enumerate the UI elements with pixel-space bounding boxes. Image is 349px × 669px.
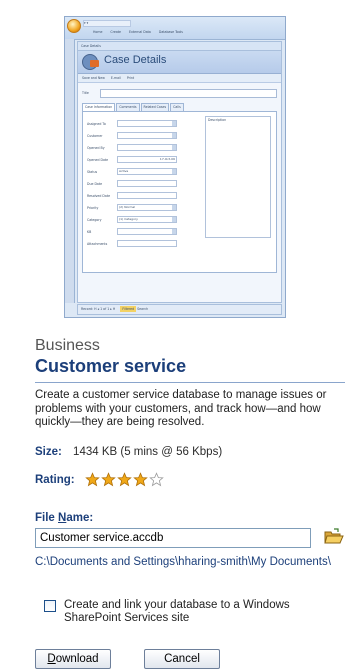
- preview-field-row: Category (1) Category: [87, 216, 177, 223]
- preview-title-field: [100, 88, 277, 98]
- preview-field-row: Status Active: [87, 168, 177, 175]
- preview-subtabs: Case Information Comments Related Cases Cal…: [82, 103, 277, 111]
- preview-navigation-pane: [65, 39, 75, 303]
- preview-field-row: Attachments: [87, 240, 177, 247]
- preview-ribbon-tab: External Data: [129, 30, 151, 34]
- preview-form-title: Case Details: [104, 54, 167, 66]
- preview-ribbon: ▾ ▾ Home Create External Data Database Tool…: [65, 17, 285, 40]
- case-details-icon: [82, 54, 99, 70]
- preview-field-value: 17-Oct-06: [117, 156, 177, 163]
- sharepoint-link-label[interactable]: Create and link your database to a Windo…: [64, 599, 344, 625]
- star-icon[interactable]: [132, 472, 148, 487]
- preview-subtab: Calls: [170, 103, 184, 111]
- cancel-button[interactable]: Cancel: [144, 649, 220, 669]
- preview-field-value: [117, 192, 177, 199]
- preview-subtab: Comments: [116, 103, 140, 111]
- preview-field-row: Opened By: [87, 144, 177, 151]
- star-icon[interactable]: [148, 472, 164, 487]
- sharepoint-link-checkbox[interactable]: [44, 600, 56, 612]
- preview-field-row: Due Date: [87, 180, 177, 187]
- star-icon[interactable]: [84, 472, 100, 487]
- preview-field-value: Active: [117, 168, 177, 175]
- title-divider: [35, 382, 345, 383]
- preview-case-information-panel: Description Assigned To Customer Opened By…: [82, 111, 277, 273]
- preview-ribbon-tab: Database Tools: [158, 30, 183, 34]
- preview-title-label: Title: [82, 91, 89, 95]
- preview-field-value: (1) Category: [117, 216, 177, 223]
- template-rating: Rating:: [35, 472, 164, 487]
- preview-filter-badge: Filtered: [120, 306, 137, 312]
- template-title: Customer service: [35, 356, 187, 376]
- preview-field-value: [117, 144, 177, 151]
- preview-ribbon-tab: Create: [110, 30, 122, 34]
- preview-field-value: (2) Normal: [117, 204, 177, 211]
- template-category: Business: [35, 337, 100, 354]
- star-icon[interactable]: [116, 472, 132, 487]
- preview-field-label: Opened By: [87, 145, 105, 150]
- preview-field-row: Assigned To: [87, 120, 177, 127]
- preview-title-row: Title: [82, 88, 277, 98]
- size-label: Size:: [35, 446, 62, 458]
- preview-quick-access-toolbar: ▾ ▾: [83, 20, 131, 27]
- size-value: 1434 KB (5 mins @ 56 Kbps): [73, 446, 223, 458]
- preview-field-value: [117, 228, 177, 235]
- preview-field-label: KB: [87, 229, 92, 234]
- file-name-label: File Name:: [35, 512, 94, 524]
- preview-form-header: Case Details: [78, 51, 281, 74]
- template-preview-thumbnail: ▾ ▾ Home Create External Data Database Tool…: [64, 16, 286, 318]
- file-name-input[interactable]: [35, 528, 311, 548]
- star-icon[interactable]: [100, 472, 116, 487]
- template-size: Size: 1434 KB (5 mins @ 56 Kbps): [35, 446, 222, 458]
- preview-record-navigator: Record: H ◂ 1 of 1 ▸ H Filtered Search: [77, 304, 282, 315]
- preview-field-row: Opened Date 17-Oct-06: [87, 156, 177, 163]
- preview-field-label: Category: [87, 217, 102, 222]
- preview-field-label: Priority: [87, 205, 99, 210]
- preview-field-label: Status: [87, 169, 98, 174]
- preview-field-value: [117, 120, 177, 127]
- preview-ribbon-tabs: Home Create External Data Database Tools: [93, 30, 277, 36]
- office-button-icon: [67, 19, 81, 33]
- preview-field-row: Customer: [87, 132, 177, 139]
- preview-doc-tab: Case Details: [78, 42, 281, 51]
- preview-field-row: Priority (2) Normal: [87, 204, 177, 211]
- template-description: Create a customer service database to ma…: [35, 389, 327, 428]
- preview-command: Save and New: [82, 76, 105, 80]
- preview-form: Case Details Case Details Save and New E-…: [77, 41, 282, 303]
- save-location-path: C:\Documents and Settings\hharing-smith\…: [35, 556, 331, 568]
- rating-stars[interactable]: [84, 472, 164, 487]
- preview-subtab: Case Information: [82, 103, 116, 111]
- preview-command: Print: [126, 76, 135, 80]
- template-details-pane: ▾ ▾ Home Create External Data Database Tool…: [0, 0, 349, 669]
- preview-field-label: Resolved Date: [87, 193, 111, 198]
- preview-field-label: Attachments: [87, 241, 108, 246]
- preview-field-value: [117, 180, 177, 187]
- preview-command: E-mail: [110, 76, 121, 80]
- preview-field-row: KB: [87, 228, 177, 235]
- preview-field-label: Assigned To: [87, 121, 106, 126]
- preview-command-bar: Save and New E-mail Print: [78, 74, 281, 83]
- browse-folder-button[interactable]: [324, 528, 344, 546]
- preview-field-row: Resolved Date: [87, 192, 177, 199]
- preview-field-value: [117, 132, 177, 139]
- preview-field-label: Opened Date: [87, 157, 109, 162]
- preview-field-label: Due Date: [87, 181, 103, 186]
- preview-field-value: [117, 240, 177, 247]
- preview-subtab: Related Cases: [140, 103, 170, 111]
- download-button[interactable]: Download: [35, 649, 111, 669]
- preview-description-box: Description: [205, 116, 271, 238]
- rating-label: Rating:: [35, 473, 75, 486]
- preview-field-label: Customer: [87, 133, 103, 138]
- preview-ribbon-tab: Home: [93, 30, 103, 34]
- open-folder-icon: [324, 528, 344, 544]
